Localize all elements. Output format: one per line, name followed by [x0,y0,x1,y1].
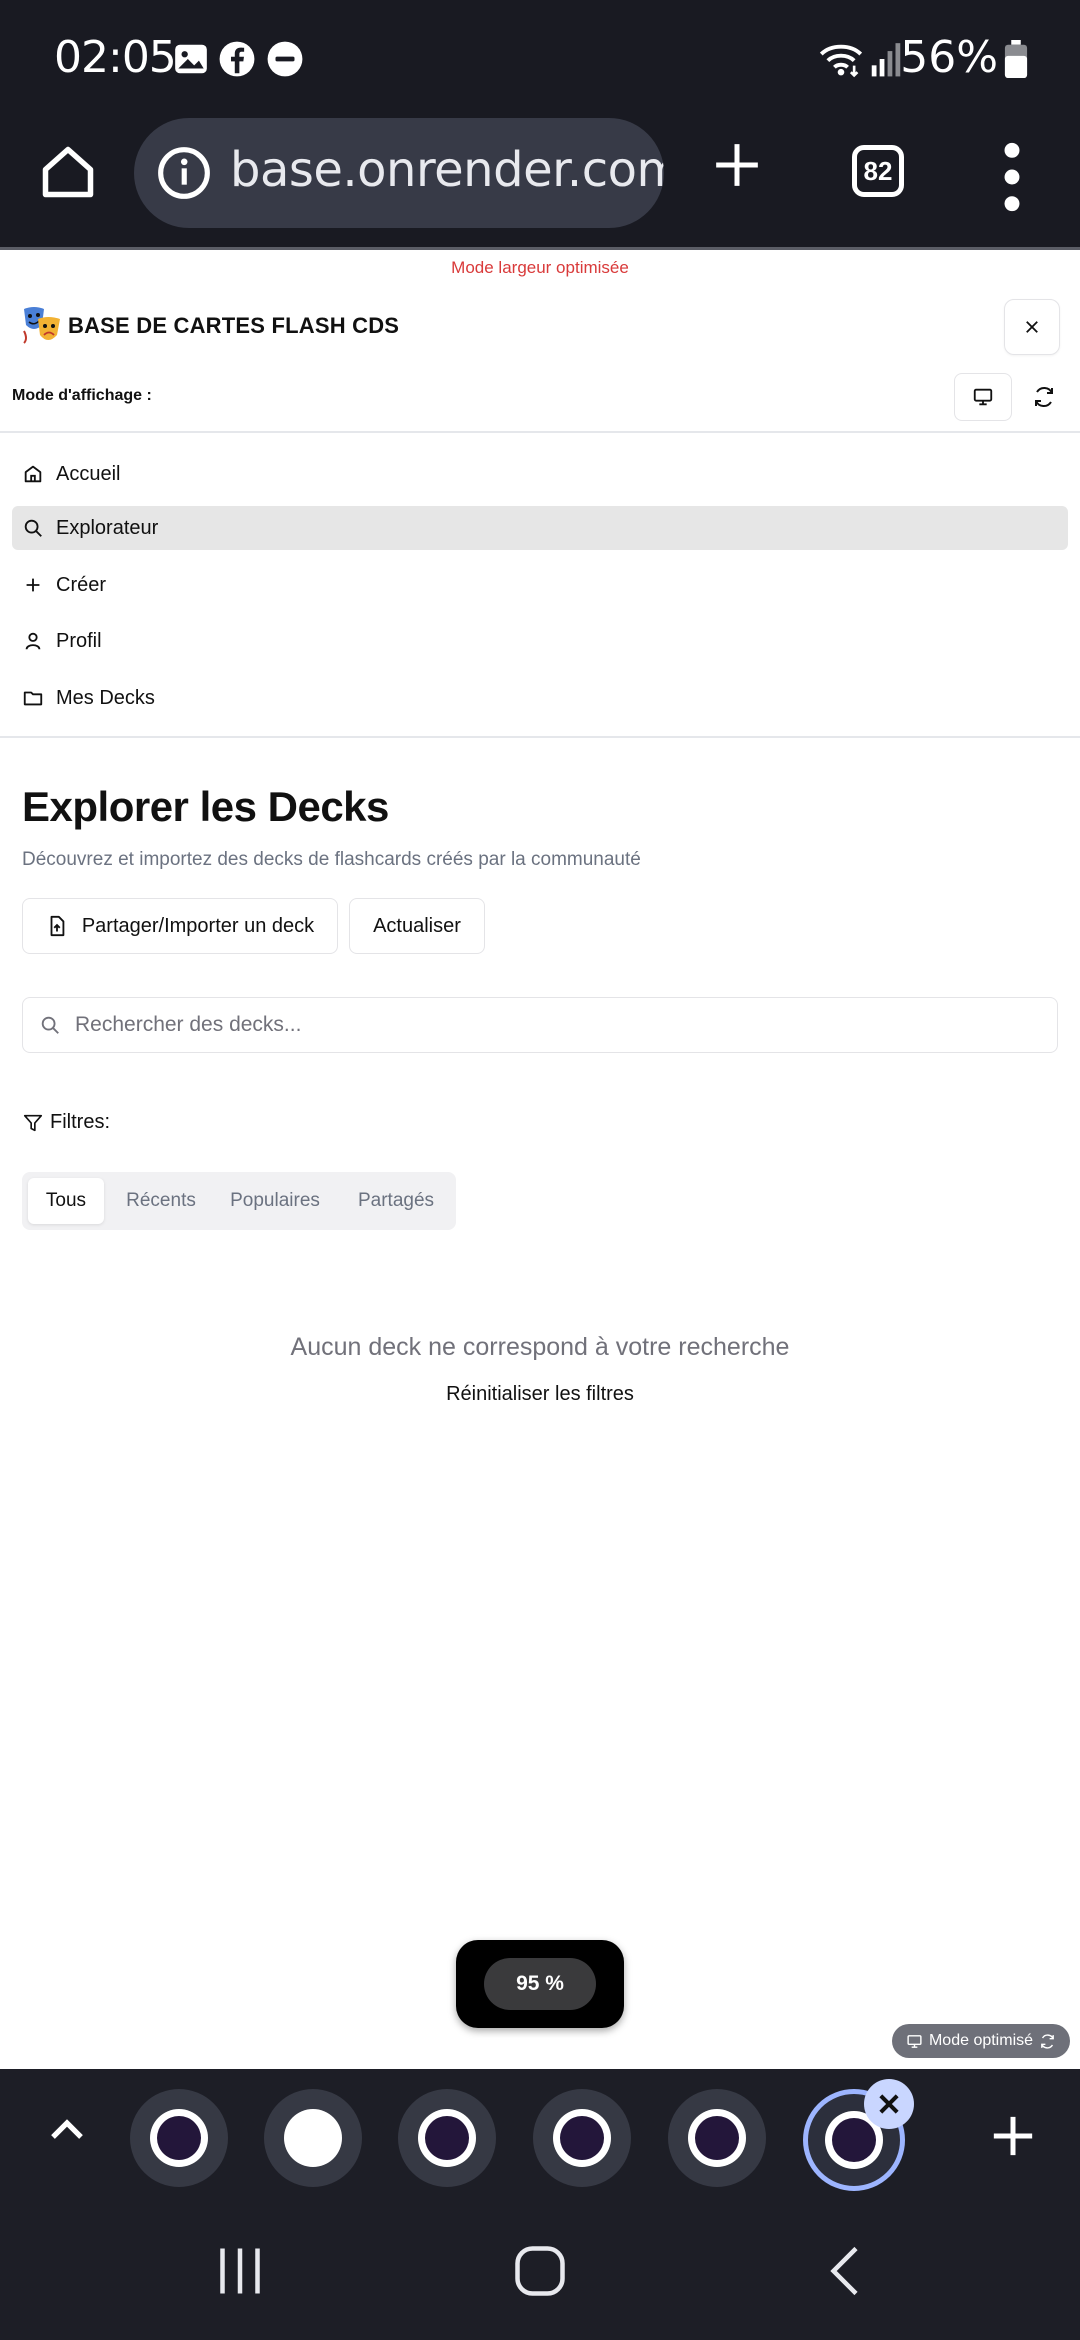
filter-tabs: Tous Récents Populaires Partagés [22,1172,456,1230]
nav-label: Mes Decks [56,686,155,709]
nav-label: Créer [56,573,107,596]
signal-icon [871,43,901,77]
home-icon [24,465,42,483]
search-icon [41,1016,59,1034]
zoom-indicator: 95 % [456,1940,624,2028]
nav-item-creer[interactable]: Créer [12,563,1068,607]
gallery-icon [175,44,207,74]
plus-icon [26,578,40,592]
tab-tous[interactable]: Tous [28,1178,104,1224]
tab-recents[interactable]: Récents [114,1178,208,1224]
facebook-icon [219,41,255,77]
battery-icon [1004,40,1028,78]
close-menu-button[interactable] [1004,299,1060,355]
refresh-icon [1041,2033,1054,2049]
app-title: BASE DE CARTES FLASH CDS [68,313,400,338]
nav-label: Profil [56,629,102,652]
nav-item-profil[interactable]: Profil [12,619,1068,663]
battery-percent: 56% [900,32,998,83]
nav-divider [0,736,1080,738]
url-bar[interactable]: base.onrender.com [134,118,664,228]
user-icon [25,632,41,650]
tab-count-button[interactable]: 82 [852,145,904,197]
mode-banner: Mode largeur optimisée [451,258,629,277]
search-box[interactable] [22,997,1058,1053]
chevron-up-icon[interactable] [46,2109,88,2151]
theatre-masks-favicon-icon [418,2109,476,2167]
info-icon[interactable] [156,145,212,201]
tab-thumbnail[interactable] [668,2089,766,2187]
file-upload-icon [50,915,65,937]
home-button-icon[interactable] [510,2241,570,2301]
close-icon [879,2094,899,2114]
search-icon [24,519,42,537]
plus-icon[interactable] [990,2113,1036,2159]
status-bar: 02:05 56% [0,0,1080,118]
optimized-mode-label: Mode optimisé [928,2032,1034,2049]
nav-item-accueil[interactable]: Accueil [12,452,1068,496]
zoom-level[interactable]: 95 % [484,1958,596,2010]
status-time: 02:05 [54,32,177,83]
tab-populaires[interactable]: Populaires [218,1178,332,1224]
search-input[interactable] [75,1013,975,1037]
folder-icon [23,691,43,706]
reset-filters-link: Réinitialiser les filtres [0,1383,1080,1406]
nav-item-explorateur[interactable]: Explorateur [12,506,1068,550]
tab-partages[interactable]: Partagés [342,1178,450,1224]
wifi-icon [819,44,863,78]
desktop-mode-button[interactable] [954,373,1012,421]
close-icon [1026,321,1038,333]
blank-favicon-icon [284,2109,342,2167]
nav-label: Explorateur [56,516,159,539]
system-nav-bar [0,2205,1080,2340]
home-icon[interactable] [38,142,98,202]
tab-thumbnail[interactable] [398,2089,496,2187]
share-import-deck-button[interactable]: Partager/Importer un deck [22,898,338,954]
theatre-masks-favicon-icon [553,2109,611,2167]
url-text[interactable]: base.onrender.com [230,142,664,198]
page-title: Explorer les Decks [22,783,389,830]
new-tab-plus-icon[interactable] [712,140,762,190]
tab-thumbnail[interactable] [130,2089,228,2187]
refresh-button[interactable]: Actualiser [349,898,485,954]
theatre-masks-logo [23,307,60,344]
display-mode-label: Mode d'affichage : [12,387,152,404]
theatre-masks-favicon-icon [688,2109,746,2167]
monitor-icon [907,2034,922,2048]
tab-strip [0,2069,1080,2205]
recent-apps-icon[interactable] [210,2241,270,2301]
web-page: Mode largeur optimisée BASE DE CARTES FL… [0,253,1080,2069]
optimized-mode-badge[interactable]: Mode optimisé [892,2024,1070,2058]
filter-icon [23,1114,43,1131]
theatre-masks-favicon-icon [150,2109,208,2167]
more-vertical-icon[interactable] [1004,142,1020,212]
nav-label: Accueil [56,462,121,485]
filters-label: Filtres: [50,1111,110,1133]
share-import-label: Partager/Importer un deck [81,914,315,937]
do-not-disturb-icon [267,41,303,77]
header-divider [0,431,1080,433]
reset-filters-button[interactable]: Réinitialiser les filtres [446,1383,634,1405]
tab-thumbnail[interactable] [264,2089,362,2187]
empty-state-message: Aucun deck ne correspond à votre recherc… [290,1333,790,1361]
refresh-icon[interactable] [1032,385,1056,409]
back-icon[interactable] [816,2241,876,2301]
refresh-label: Actualiser [373,914,461,937]
page-subtitle: Découvrez et importez des decks de flash… [22,849,641,870]
monitor-icon [973,388,993,406]
browser-toolbar: base.onrender.com 82 [0,118,1080,250]
tab-thumbnail[interactable] [533,2089,631,2187]
nav-item-mes-decks[interactable]: Mes Decks [12,676,1068,720]
close-tab-button[interactable] [864,2079,914,2129]
filters-row: Filtres: [22,1111,110,1134]
